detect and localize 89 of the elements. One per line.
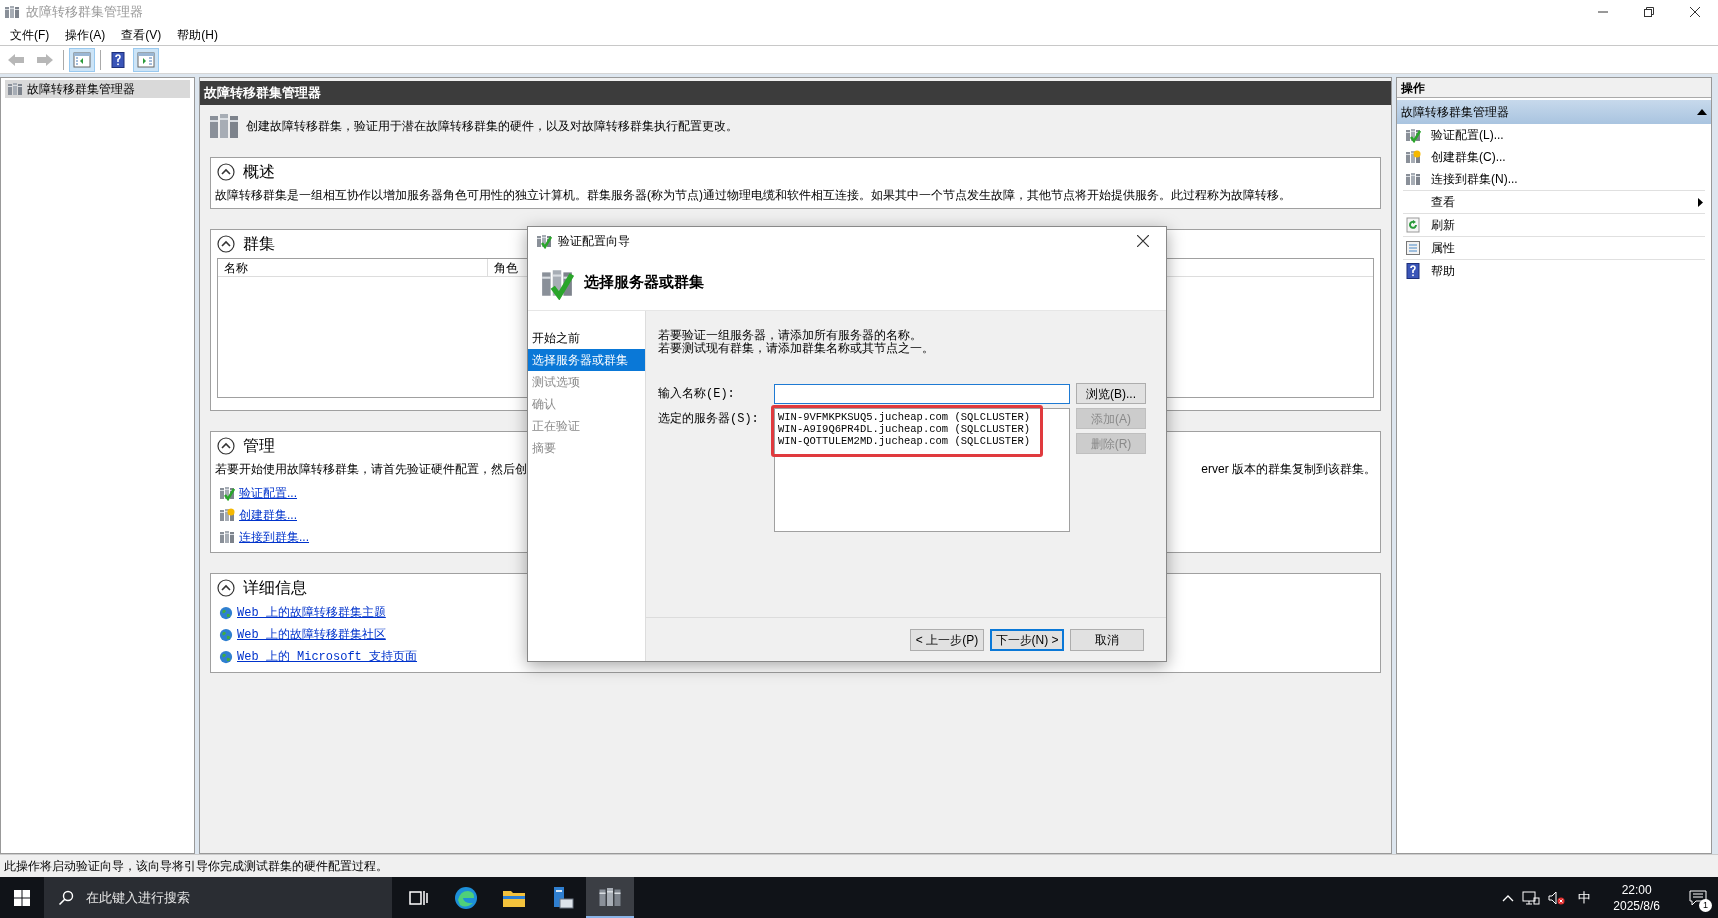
field-label: 选定的服务器(S): [658,411,760,428]
wizard-button[interactable]: < 上一步(P) [910,628,984,651]
collapse-icon[interactable] [217,235,235,253]
action-item[interactable]: 属性 [1403,237,1705,259]
app-icon [4,4,20,20]
action-item[interactable]: 查看 [1403,191,1705,213]
link[interactable]: Web 上的故障转移群集主题 [237,604,386,622]
section-title: 概述 [243,162,275,182]
link[interactable]: Web 上的故障转移群集社区 [237,626,386,644]
notification-icon[interactable] [1689,889,1707,906]
column-header[interactable]: 名称 [218,259,488,276]
server-check-icon [219,485,235,501]
overview-text: 故障转移群集是一组相互协作以增加服务器角色可用性的独立计算机。群集服务器(称为节点)通过物理电缆和软件相互连接。如果其中一个节点发生故障，其他节点将开始提供服务。此过程称为故障转移。 [215,187,1292,204]
globe-icon [219,628,233,642]
collapse-icon[interactable] [217,163,235,181]
properties-icon [1405,240,1421,256]
window-title: 故障转移群集管理器 [26,3,143,22]
task-view-icon [408,888,428,907]
close-icon [1690,7,1700,17]
pane-header: 故障转移群集管理器 [200,81,1391,105]
forward-arrow-icon [36,52,54,67]
server-entry[interactable]: WIN-QOTTULEM2MD.jucheap.com (SQLCLUSTER) [778,435,1066,447]
wizard-step[interactable]: 开始之前 [528,327,645,349]
field-label: 输入名称(E): [658,385,736,403]
server-entry[interactable]: WIN-9VFMKPKSUQ5.jucheap.com (SQLCLUSTER) [778,411,1066,423]
search-field[interactable]: 在此键入进行搜索 [44,877,392,918]
action-item[interactable]: 刷新 [1403,214,1705,236]
name-input-field[interactable] [774,383,1070,404]
link[interactable]: 验证配置... [239,484,297,502]
instruction-text: 若要测试现有群集，请添加群集名称或其节点之一。 [658,342,935,355]
volume-muted-icon[interactable] [1548,889,1567,906]
action-item[interactable]: 帮助 [1403,260,1705,282]
network-icon[interactable] [1522,889,1541,906]
server-check-icon [1405,127,1421,143]
link[interactable]: Web 上的 Microsoft 支持页面 [237,648,418,666]
link[interactable]: 连接到群集... [239,528,309,546]
dialog-title: 验证配置向导 [558,233,630,250]
help-icon [110,51,126,68]
pane-left-icon [73,51,91,68]
wizard-button[interactable]: 取消 [1070,628,1144,651]
server-star-icon [1405,149,1421,165]
servers-list[interactable]: WIN-9VFMKPKSUQ5.jucheap.com (SQLCLUSTER) WIN-A9I9Q6PR4DL.jucheap.com (SQLCLUSTER) WIN-QOTTULEM2MD.jucheap.com (SQLCLUSTER) [774,408,1070,532]
link[interactable]: 创建群集... [239,506,297,524]
globe-icon [219,650,233,664]
wizard-heading: 选择服务器或群集 [584,272,704,293]
section-title: 群集 [243,234,275,254]
help-icon [1405,263,1421,279]
pane-right-icon [137,51,155,68]
section-title: 管理 [243,436,275,456]
browser-icon [454,885,478,910]
action-item[interactable]: 验证配置(L)... [1403,124,1705,146]
ime-indicator[interactable]: 中 [1574,887,1596,908]
wizard-button[interactable]: 下一步(N) > [990,628,1064,651]
action-item[interactable]: 创建群集(C)... [1403,146,1705,168]
clock[interactable]: 22:00 2025/8/6 [1603,881,1670,914]
server-icon [1405,171,1421,187]
windows-logo-icon [14,889,30,906]
refresh-icon [1405,217,1421,233]
action-item[interactable]: 连接到群集(N)... [1403,168,1705,190]
notification-badge: 1 [1699,899,1712,912]
description: 创建故障转移群集，验证用于潜在故障转移群集的硬件，以及对故障转移群集执行配置更改。 [246,118,738,135]
menu-item[interactable]: 帮助(H) [169,24,226,45]
actions-group-header[interactable]: 故障转移群集管理器 [1397,100,1711,124]
menu-item[interactable]: 文件(F) [2,24,58,45]
instruction-text: 若要验证一组服务器，请添加所有服务器的名称。 [658,329,923,342]
actions-title: 操作 [1397,78,1711,98]
close-icon [1137,235,1149,247]
menu-item[interactable]: 查看(V) [113,24,170,45]
section-title: 详细信息 [243,578,307,598]
submenu-arrow-icon [1698,197,1703,207]
browse-button[interactable]: 浏览(B)... [1076,383,1146,404]
management-text: erver 版本的群集复制到该群集。 [1201,461,1376,478]
chevron-up-icon[interactable] [1502,893,1515,902]
collapse-icon[interactable] [217,579,235,597]
tree-item[interactable]: 故障转移群集管理器 [5,80,190,98]
wizard-step[interactable]: 选择服务器或群集 [528,349,645,371]
globe-icon [219,606,233,620]
server-icon [219,529,235,545]
back-arrow-icon [7,52,25,67]
management-text: 若要开始使用故障转移群集，请首先验证硬件配置，然后创 [215,461,527,478]
search-icon [58,889,74,906]
menu-item[interactable]: 操作(A) [57,24,114,45]
wizard-icon [536,233,552,249]
cluster-icon [7,81,23,97]
server-entry[interactable]: WIN-A9I9Q6PR4DL.jucheap.com (SQLCLUSTER) [778,423,1066,435]
server-star-icon [219,507,235,523]
restore-icon [1644,7,1654,17]
status-text: 此操作将启动验证向导，该向导将引导你完成测试群集的硬件配置过程。 [4,858,388,875]
collapse-icon[interactable] [217,437,235,455]
